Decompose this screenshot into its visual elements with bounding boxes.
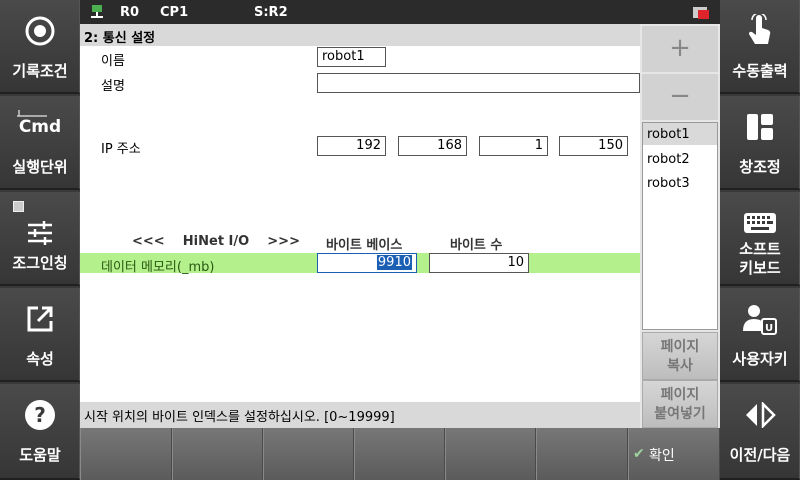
window-layout-icon xyxy=(720,110,800,144)
robot-list: robot1 robot2 robot3 xyxy=(642,122,718,330)
page-paste-label-2: 붙여넣기 xyxy=(654,406,706,422)
svg-text:U: U xyxy=(765,323,773,334)
status-bar: R0 CP1 S:R2 xyxy=(80,0,720,24)
byte-count-header: 바이트 수 xyxy=(450,238,503,253)
ip-octet-2-field[interactable]: 168 xyxy=(398,136,467,156)
prev-next-label: 이전/다음 xyxy=(729,446,791,464)
list-item[interactable]: robot1 xyxy=(643,123,717,145)
add-button[interactable]: + xyxy=(642,26,718,72)
confirm-button[interactable]: ✔ 확인 xyxy=(628,428,720,480)
function-key-bar: ✔ 확인 xyxy=(80,428,720,480)
cmd-icon-text: Cmd xyxy=(18,117,62,137)
function-key-5[interactable] xyxy=(445,428,536,480)
ip-octet-4-field[interactable]: 150 xyxy=(559,136,628,156)
data-memory-row[interactable]: 데이터 메모리(_mb) 9910 10 xyxy=(80,253,640,275)
function-key-2[interactable] xyxy=(172,428,263,480)
list-column: + − robot1 robot2 robot3 페이지 복사 페이지 붙여넣기 xyxy=(640,24,720,428)
name-label: 이름 xyxy=(101,54,125,69)
touch-hand-icon xyxy=(720,14,800,48)
settings-panel: 2: 통신 설정 이름 robot1 설명 IP 주소 192 168 1 15… xyxy=(80,24,640,402)
prev-next-icon xyxy=(720,398,800,432)
properties-button[interactable]: 속성 xyxy=(0,288,80,382)
teach-pendant-screen: 기록조건 Cmd 실행단위 조그인칭 속성 ? 도움말 R0 CP1 S:R2 … xyxy=(0,0,800,480)
function-key-3[interactable] xyxy=(263,428,354,480)
data-memory-label: 데이터 메모리(_mb) xyxy=(101,260,215,275)
list-item[interactable]: robot2 xyxy=(643,148,717,170)
list-item[interactable]: robot3 xyxy=(643,172,717,194)
network-icon xyxy=(90,4,104,23)
byte-base-field[interactable]: 9910 xyxy=(317,253,417,273)
manual-output-label: 수동출력 xyxy=(732,62,788,80)
sliders-icon xyxy=(0,216,80,250)
program-indicator: CP1 xyxy=(160,5,189,20)
hinet-io-nav[interactable]: <<< HiNet I/O >>> xyxy=(132,234,300,249)
alarm-icon xyxy=(693,6,709,23)
soft-keyboard-label-1: 소프트 xyxy=(739,240,781,258)
description-label: 설명 xyxy=(101,79,125,94)
record-condition-button[interactable]: 기록조건 xyxy=(0,0,80,94)
execution-unit-button[interactable]: Cmd 실행단위 xyxy=(0,96,80,190)
window-adjust-button[interactable]: 창조정 xyxy=(720,96,800,190)
page-copy-button[interactable]: 페이지 복사 xyxy=(642,332,718,380)
step-indicator: S:R2 xyxy=(254,5,288,20)
left-button-column: 기록조건 Cmd 실행단위 조그인칭 속성 ? 도움말 xyxy=(0,0,80,480)
window-adjust-label: 창조정 xyxy=(739,158,781,176)
check-icon: ✔ xyxy=(633,446,645,462)
page-paste-label-1: 페이지 xyxy=(660,387,700,403)
checkbox-indicator-icon xyxy=(13,201,24,212)
ip-octet-3-field[interactable]: 1 xyxy=(479,136,548,156)
jog-inching-button[interactable]: 조그인칭 xyxy=(0,192,80,286)
right-button-column: 수동출력 창조정 소프트 키보드 U 사용자키 이전/다음 xyxy=(720,0,800,480)
ip-octet-1-field[interactable]: 192 xyxy=(317,136,386,156)
help-label: 도움말 xyxy=(19,446,61,464)
properties-label: 속성 xyxy=(26,350,54,368)
user-key-icon: U xyxy=(720,302,800,336)
robot-indicator: R0 xyxy=(120,5,140,20)
hint-bar: 시작 위치의 바이트 인덱스를 설정하십시오. [0~19999] xyxy=(80,402,640,428)
execution-unit-label: 실행단위 xyxy=(12,158,68,176)
remove-button[interactable]: − xyxy=(642,74,718,120)
svg-text:?: ? xyxy=(34,403,46,427)
page-copy-label-2: 복사 xyxy=(667,358,693,374)
function-key-1[interactable] xyxy=(80,428,172,480)
function-key-4[interactable] xyxy=(354,428,445,480)
manual-output-button[interactable]: 수동출력 xyxy=(720,0,800,94)
byte-count-field[interactable]: 10 xyxy=(429,253,529,273)
soft-keyboard-button[interactable]: 소프트 키보드 xyxy=(720,192,800,286)
page-paste-button[interactable]: 페이지 붙여넣기 xyxy=(642,380,718,428)
page-copy-label-1: 페이지 xyxy=(660,339,700,355)
confirm-label: 확인 xyxy=(649,448,675,464)
prev-next-button[interactable]: 이전/다음 xyxy=(720,384,800,480)
byte-base-value: 9910 xyxy=(376,255,412,270)
soft-keyboard-label-2: 키보드 xyxy=(739,259,781,277)
page-title: 2: 통신 설정 xyxy=(80,24,640,46)
keyboard-icon xyxy=(720,212,800,234)
cmd-icon: Cmd xyxy=(0,106,80,140)
help-icon: ? xyxy=(0,398,80,432)
ip-address-label: IP 주소 xyxy=(101,142,141,157)
record-condition-label: 기록조건 xyxy=(12,62,68,80)
help-button[interactable]: ? 도움말 xyxy=(0,384,80,480)
user-key-button[interactable]: U 사용자키 xyxy=(720,288,800,382)
jog-inching-label: 조그인칭 xyxy=(12,254,68,272)
external-link-icon xyxy=(0,302,80,336)
byte-base-header: 바이트 베이스 xyxy=(326,238,403,253)
record-circle-icon xyxy=(0,14,80,48)
description-field[interactable] xyxy=(317,73,640,93)
name-field[interactable]: robot1 xyxy=(317,47,386,67)
user-key-label: 사용자키 xyxy=(732,350,788,368)
function-key-6[interactable] xyxy=(536,428,628,480)
soft-keyboard-label: 소프트 키보드 xyxy=(720,240,800,278)
